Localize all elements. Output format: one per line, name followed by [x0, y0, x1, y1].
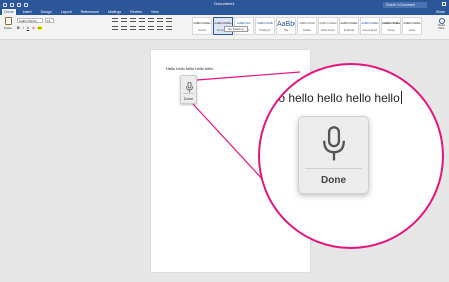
- dictation-popup-magnified: Done: [298, 116, 369, 194]
- magnified-text-content: llo hello hello hello hello: [273, 91, 400, 105]
- magnified-text: llo hello hello hello hello: [273, 91, 402, 105]
- popup-divider: [305, 168, 362, 169]
- magnifier-callout: llo hello hello hello hello Done: [258, 63, 444, 249]
- microphone-icon[interactable]: [322, 126, 346, 167]
- text-cursor: [400, 91, 402, 104]
- word-window: Document1 Search in Document Home Insert…: [0, 0, 449, 282]
- done-button[interactable]: Done: [299, 175, 368, 186]
